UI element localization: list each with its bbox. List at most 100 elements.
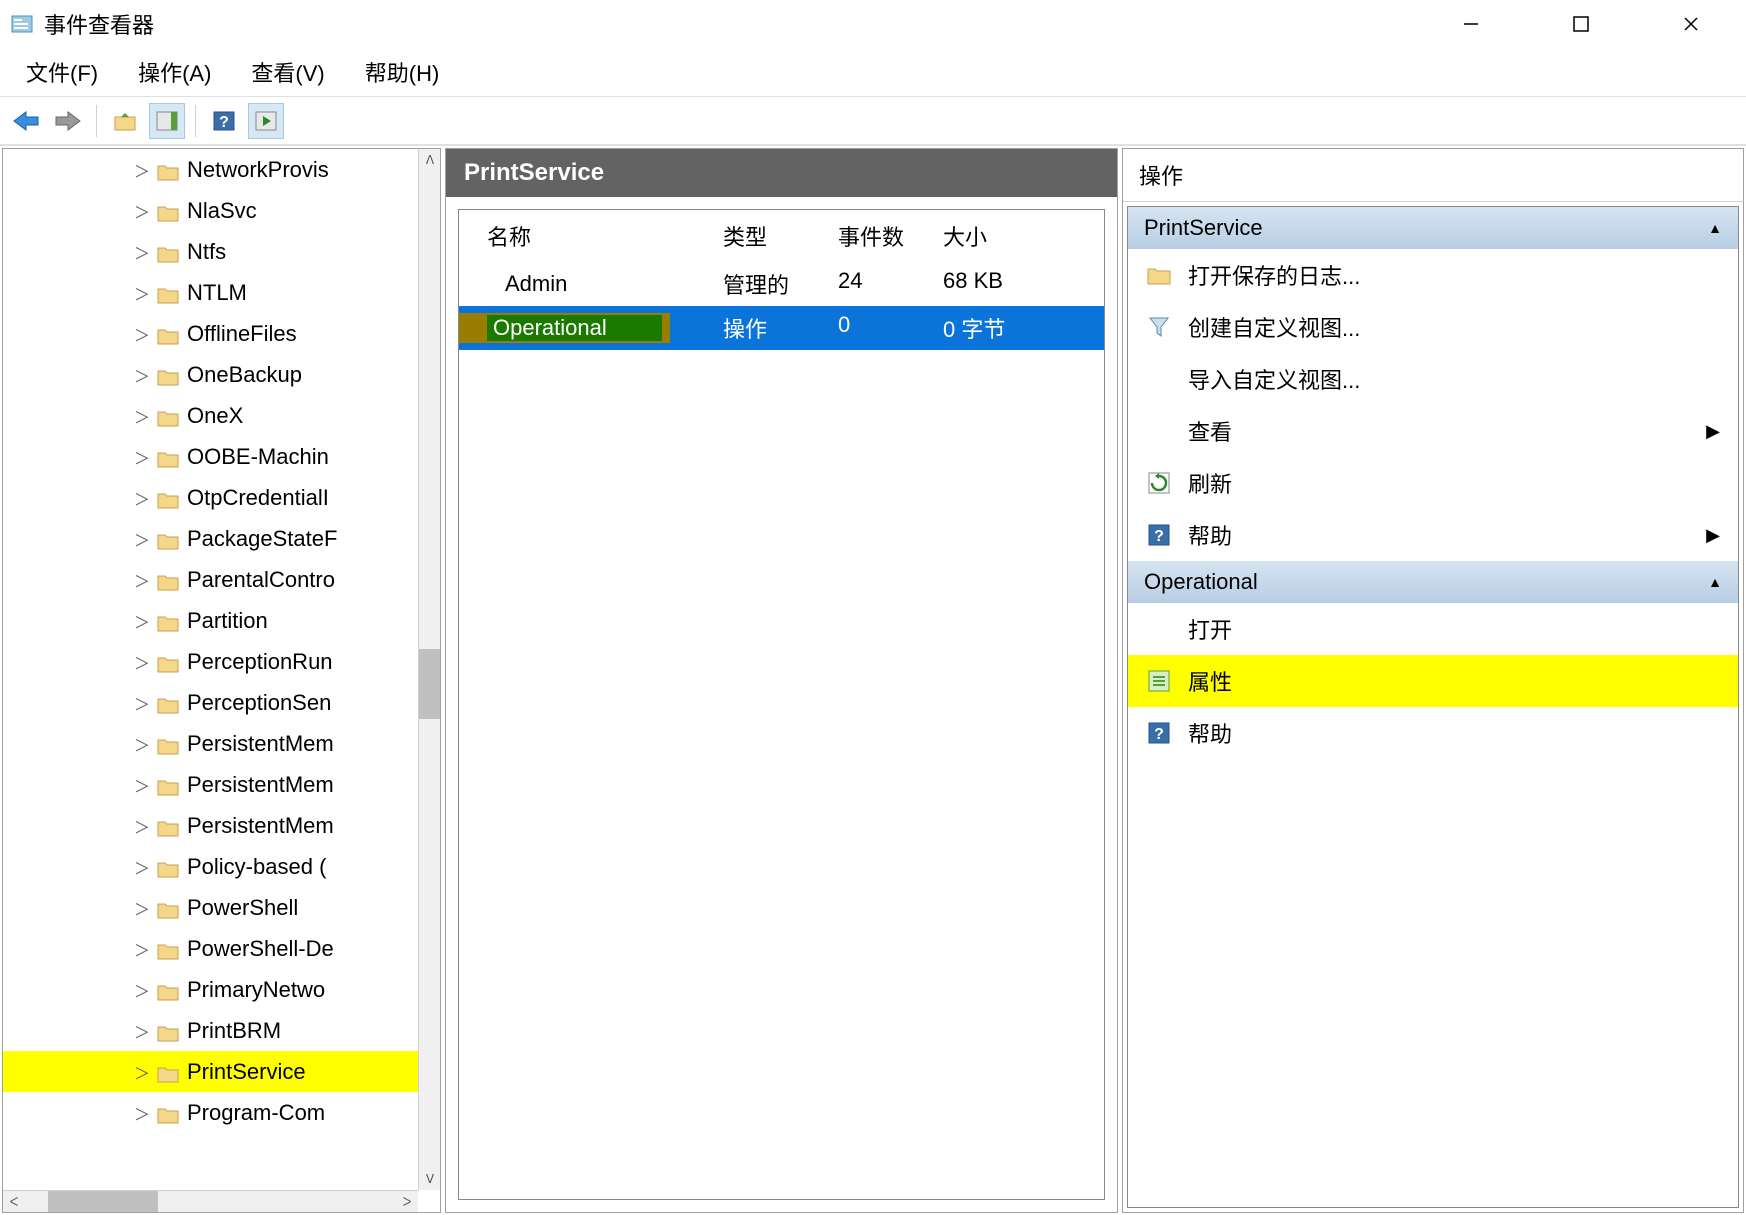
tree-item[interactable]: ＞ PowerShell [3,887,418,928]
tree-item[interactable]: ＞NetworkProvis [3,149,418,190]
tree-item[interactable]: ＞PersistentMem [3,723,418,764]
tree-item-label: Policy-based ( [187,854,326,880]
column-size[interactable]: 大小 [929,220,1104,252]
tree-item[interactable]: ＞PerceptionSen [3,682,418,723]
list-row[interactable]: Operational操作00 字节 [459,306,1104,350]
tree-item[interactable]: ＞PrimaryNetwo [3,969,418,1010]
tree-item[interactable]: ＞OtpCredentialI [3,477,418,518]
up-folder-button[interactable] [107,103,143,139]
action-item[interactable]: 创建自定义视图... [1128,301,1738,353]
menu-file[interactable]: 文件(F) [18,52,106,92]
tree-item-label: NlaSvc [187,198,257,224]
tree-item[interactable]: ＞ParentalContro [3,559,418,600]
action-label: 帮助 [1188,717,1232,749]
tree-item[interactable]: ＞OfflineFiles [3,313,418,354]
tree-item-label: PackageStateF [187,526,337,552]
scroll-left-icon[interactable]: ᐸ [3,1191,25,1212]
scroll-up-icon[interactable]: ᐱ [419,149,440,171]
tree-item[interactable]: ＞NlaSvc [3,190,418,231]
action-item[interactable]: 导入自定义视图... [1128,353,1738,405]
collapse-icon[interactable]: ▲ [1708,220,1722,236]
window-title: 事件查看器 [44,8,154,40]
tree-item[interactable]: ＞PrintService [3,1051,418,1092]
list-header: 名称 类型 事件数 大小 [459,210,1104,262]
run-button[interactable] [248,103,284,139]
menu-view[interactable]: 查看(V) [243,52,332,92]
back-button[interactable] [8,103,44,139]
action-item[interactable]: 刷新 [1128,457,1738,509]
folder-icon [157,366,179,384]
horizontal-scrollbar[interactable]: ᐸ ᐳ [3,1190,418,1212]
menu-help[interactable]: 帮助(H) [357,52,448,92]
list-cell-size: 0 字节 [929,312,1104,344]
scroll-down-icon[interactable]: ᐯ [419,1168,440,1190]
list-row[interactable]: Admin管理的2468 KB [459,262,1104,306]
close-button[interactable] [1666,4,1716,44]
maximize-button[interactable] [1556,4,1606,44]
tree-item[interactable]: ＞PerceptionRun [3,641,418,682]
center-panel: PrintService 名称 类型 事件数 大小 Admin管理的2468 K… [445,148,1118,1213]
tree-item[interactable]: ＞Policy-based ( [3,846,418,887]
vertical-scrollbar[interactable]: ᐱ ᐯ [418,149,440,1190]
separator [96,105,97,137]
column-name[interactable]: 名称 [459,220,709,252]
action-section-operational[interactable]: Operational ▲ [1128,561,1738,603]
tree-item-label: PersistentMem [187,772,334,798]
action-section-printservice[interactable]: PrintService ▲ [1128,207,1738,249]
scroll-right-icon[interactable]: ᐳ [396,1191,418,1212]
folder-icon [157,899,179,917]
tree-item[interactable]: ＞PrintBRM [3,1010,418,1051]
tree-item-label: Program-Com [187,1100,325,1126]
minimize-button[interactable] [1446,4,1496,44]
help-icon[interactable]: ? [206,103,242,139]
tree-item[interactable]: ＞PersistentMem [3,805,418,846]
list-cell-name: Admin [505,271,567,297]
tree-item-label: OneX [187,403,243,429]
folder-icon [157,530,179,548]
folder-icon [157,407,179,425]
chevron-right-icon: ＞ [133,896,151,920]
column-type[interactable]: 类型 [709,220,824,252]
column-count[interactable]: 事件数 [824,220,929,252]
tree-item[interactable]: ＞Ntfs [3,231,418,272]
actions-panel: 操作 PrintService ▲ 打开保存的日志...创建自定义视图...导入… [1122,148,1744,1213]
tree-item-label: NetworkProvis [187,157,329,183]
tree-item-label: Partition [187,608,268,634]
menu-action[interactable]: 操作(A) [130,52,219,92]
folder-icon [157,735,179,753]
tree-item[interactable]: ＞Partition [3,600,418,641]
collapse-icon[interactable]: ▲ [1708,574,1722,590]
action-item[interactable]: 打开 [1128,603,1738,655]
center-title: PrintService [446,149,1117,197]
chevron-right-icon: ＞ [133,773,151,797]
forward-button[interactable] [50,103,86,139]
scrollbar-thumb[interactable] [48,1191,158,1212]
tree-item-label: Ntfs [187,239,226,265]
tree-item[interactable]: ＞ PackageStateF [3,518,418,559]
action-label: 帮助 [1188,519,1232,551]
action-item[interactable]: 打开保存的日志... [1128,249,1738,301]
action-item[interactable]: ?帮助▶ [1128,509,1738,561]
tree-item[interactable]: ＞OneBackup [3,354,418,395]
tree-item[interactable]: ＞OneX [3,395,418,436]
list-cell-name: Operational [487,315,662,341]
tree-item[interactable]: ＞PowerShell-De [3,928,418,969]
tree-item[interactable]: ＞Program-Com [3,1092,418,1133]
tree-item-label: PowerShell [187,895,298,921]
action-item[interactable]: 查看▶ [1128,405,1738,457]
tree-item-label: PrintService [187,1059,306,1085]
chevron-right-icon: ▶ [1706,421,1720,442]
scrollbar-thumb[interactable] [419,649,440,719]
properties-button[interactable] [149,103,185,139]
action-label: 打开 [1188,613,1232,645]
tree-item-label: PerceptionRun [187,649,333,675]
tree-item-label: OtpCredentialI [187,485,329,511]
tree-item[interactable]: ＞OOBE-Machin [3,436,418,477]
chevron-right-icon: ＞ [133,527,151,551]
chevron-right-icon: ＞ [133,445,151,469]
tree-item[interactable]: ＞NTLM [3,272,418,313]
folder-icon [157,448,179,466]
action-item[interactable]: ?帮助 [1128,707,1738,759]
action-item[interactable]: 属性 [1128,655,1738,707]
tree-item[interactable]: ＞ PersistentMem [3,764,418,805]
